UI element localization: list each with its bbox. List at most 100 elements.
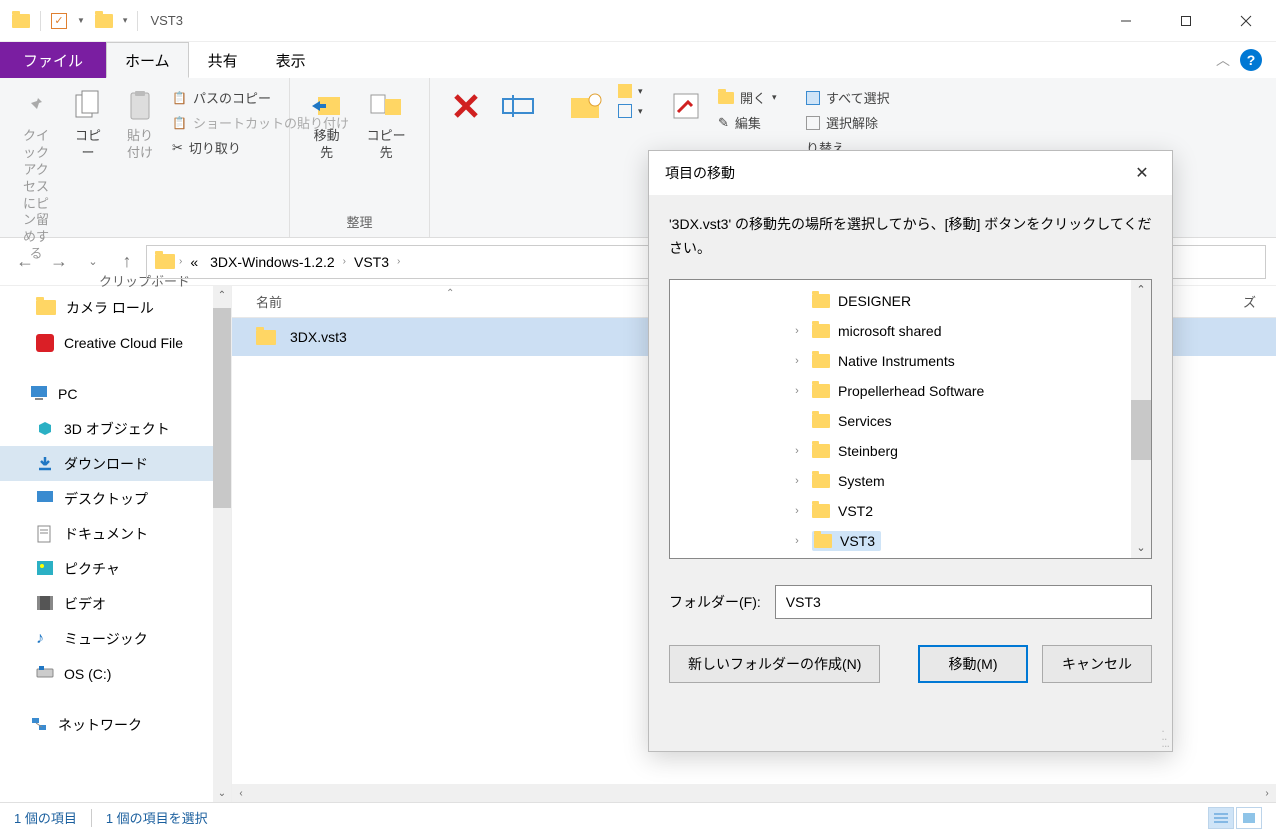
expand-icon[interactable]: ›: [790, 475, 804, 487]
status-bar: 1 個の項目 1 個の項目を選択: [0, 802, 1276, 832]
sidebar-item-os-drive[interactable]: OS (C:): [0, 656, 231, 691]
scroll-down-icon[interactable]: ⌄: [213, 784, 231, 802]
sidebar-item-downloads[interactable]: ダウンロード: [0, 446, 231, 481]
maximize-button[interactable]: [1156, 0, 1216, 42]
easy-access-button[interactable]: ▾: [618, 104, 643, 118]
tree-item[interactable]: ›microsoft shared: [670, 316, 1151, 346]
edit-button[interactable]: ✎編集: [718, 113, 777, 132]
crumb-current[interactable]: VST3: [350, 254, 393, 270]
expand-icon[interactable]: ›: [790, 535, 804, 547]
tree-item-label: Native Instruments: [838, 353, 955, 369]
dialog-close-button[interactable]: ✕: [1128, 163, 1156, 183]
forward-button[interactable]: →: [44, 247, 74, 277]
sidebar-item-videos[interactable]: ビデオ: [0, 586, 231, 621]
tree-item[interactable]: › Native Instruments: [670, 346, 1151, 376]
tree-item-label: VST3: [840, 533, 875, 549]
move-to-button[interactable]: 移動先: [300, 84, 353, 166]
view-icons-button[interactable]: [1236, 807, 1262, 829]
tree-item[interactable]: Services: [670, 406, 1151, 436]
sidebar-item-pictures[interactable]: ピクチャ: [0, 551, 231, 586]
delete-button[interactable]: [440, 84, 492, 128]
expand-icon[interactable]: ›: [790, 505, 804, 517]
tree-item[interactable]: › Steinberg: [670, 436, 1151, 466]
desktop-icon: [36, 490, 54, 508]
recent-dropdown[interactable]: ⌄: [78, 247, 108, 277]
scrollbar-thumb[interactable]: [213, 308, 231, 508]
pin-quick-access-button[interactable]: クイック アクセス にピン留めする: [10, 84, 62, 267]
help-icon[interactable]: ?: [1240, 49, 1262, 71]
pc-icon: [30, 385, 48, 403]
sidebar-item-desktop[interactable]: デスクトップ: [0, 481, 231, 516]
expand-icon[interactable]: ›: [790, 385, 804, 397]
sidebar-item-documents[interactable]: ドキュメント: [0, 516, 231, 551]
qat-dropdown-icon[interactable]: ▼: [77, 16, 85, 25]
folder-field-input[interactable]: [775, 585, 1152, 619]
back-button[interactable]: ←: [10, 247, 40, 277]
view-details-button[interactable]: [1208, 807, 1234, 829]
collapse-ribbon-icon[interactable]: ︿: [1216, 50, 1230, 70]
move-button[interactable]: 移動(M): [918, 645, 1028, 683]
folder-tree[interactable]: DESIGNER›microsoft shared›Native Instrum…: [669, 279, 1152, 559]
tree-item-label: Services: [838, 413, 892, 429]
copy-to-button[interactable]: コピー先: [353, 84, 419, 166]
properties-icon: [668, 88, 704, 124]
documents-icon: [36, 525, 54, 543]
cancel-button[interactable]: キャンセル: [1042, 645, 1152, 683]
tab-home[interactable]: ホーム: [106, 42, 189, 78]
copy-button[interactable]: コピー: [62, 84, 114, 166]
sidebar-item-creative-cloud[interactable]: Creative Cloud File: [0, 325, 231, 360]
folder-icon: [812, 294, 830, 308]
tab-share[interactable]: 共有: [189, 42, 257, 78]
expand-icon[interactable]: ›: [790, 325, 804, 337]
tree-item-label: Steinberg: [838, 443, 898, 459]
sidebar-item-pc[interactable]: PC: [0, 376, 231, 411]
select-all-button[interactable]: すべて選択: [806, 88, 890, 107]
resize-grip-icon[interactable]: .. .. . .: [1161, 725, 1168, 747]
expand-icon[interactable]: ›: [790, 445, 804, 457]
dialog-instruction: '3DX.vst3' の移動先の場所を選択してから、[移動] ボタンをクリックし…: [649, 195, 1172, 279]
tab-view[interactable]: 表示: [257, 42, 325, 78]
sidebar-item-camera-roll[interactable]: カメラ ロール: [0, 290, 231, 325]
scroll-up-icon[interactable]: ⌃: [213, 286, 231, 304]
scrollbar-thumb[interactable]: [1131, 400, 1151, 460]
expand-icon[interactable]: ›: [790, 355, 804, 367]
status-item-count: 1 個の項目: [14, 808, 77, 827]
rename-button[interactable]: [492, 84, 544, 128]
properties-button[interactable]: [660, 84, 712, 128]
tree-item[interactable]: ›System: [670, 466, 1151, 496]
folder-icon: [812, 354, 830, 368]
paste-button[interactable]: 貼り付け: [114, 84, 166, 166]
navigation-pane[interactable]: カメラ ロール Creative Cloud File PC 3D オブジェクト…: [0, 286, 232, 802]
minimize-button[interactable]: [1096, 0, 1156, 42]
crumb-parent[interactable]: 3DX-Windows-1.2.2: [206, 254, 339, 270]
open-icon: [718, 92, 734, 104]
organize-group-label: 整理: [290, 208, 429, 237]
tree-item[interactable]: ›Propellerhead Software: [670, 376, 1151, 406]
scissors-icon: ✂: [172, 140, 183, 156]
select-none-icon: [806, 116, 820, 130]
column-header-size[interactable]: ズ: [1243, 292, 1256, 311]
open-button[interactable]: 開く▾: [718, 88, 777, 107]
new-item-button[interactable]: ▾: [618, 84, 643, 98]
folder-icon: [812, 384, 830, 398]
tree-item[interactable]: › VST3: [670, 526, 1151, 556]
scroll-right-icon[interactable]: ›: [1258, 788, 1276, 799]
up-button[interactable]: ↑: [112, 247, 142, 277]
scroll-up-icon[interactable]: ⌃: [1131, 280, 1151, 300]
scroll-down-icon[interactable]: ⌄: [1131, 538, 1151, 558]
horizontal-scrollbar[interactable]: ‹ ›: [232, 784, 1276, 802]
close-button[interactable]: [1216, 0, 1276, 42]
select-none-button[interactable]: 選択解除: [806, 113, 890, 132]
new-folder-button[interactable]: 新しいフォルダーの作成(N): [669, 645, 880, 683]
scroll-left-icon[interactable]: ‹: [232, 788, 250, 799]
sidebar-item-music[interactable]: ♪ミュージック: [0, 621, 231, 656]
qat-check-icon[interactable]: ✓: [51, 13, 67, 29]
sidebar-item-3d-objects[interactable]: 3D オブジェクト: [0, 411, 231, 446]
tree-item[interactable]: DESIGNER: [670, 286, 1151, 316]
select-all-icon: [806, 91, 820, 105]
folder-icon: [95, 14, 113, 28]
tree-item[interactable]: ›VST2: [670, 496, 1151, 526]
new-folder-button[interactable]: [560, 84, 612, 128]
sidebar-item-network[interactable]: ネットワーク: [0, 707, 231, 742]
tab-file[interactable]: ファイル: [0, 42, 106, 78]
